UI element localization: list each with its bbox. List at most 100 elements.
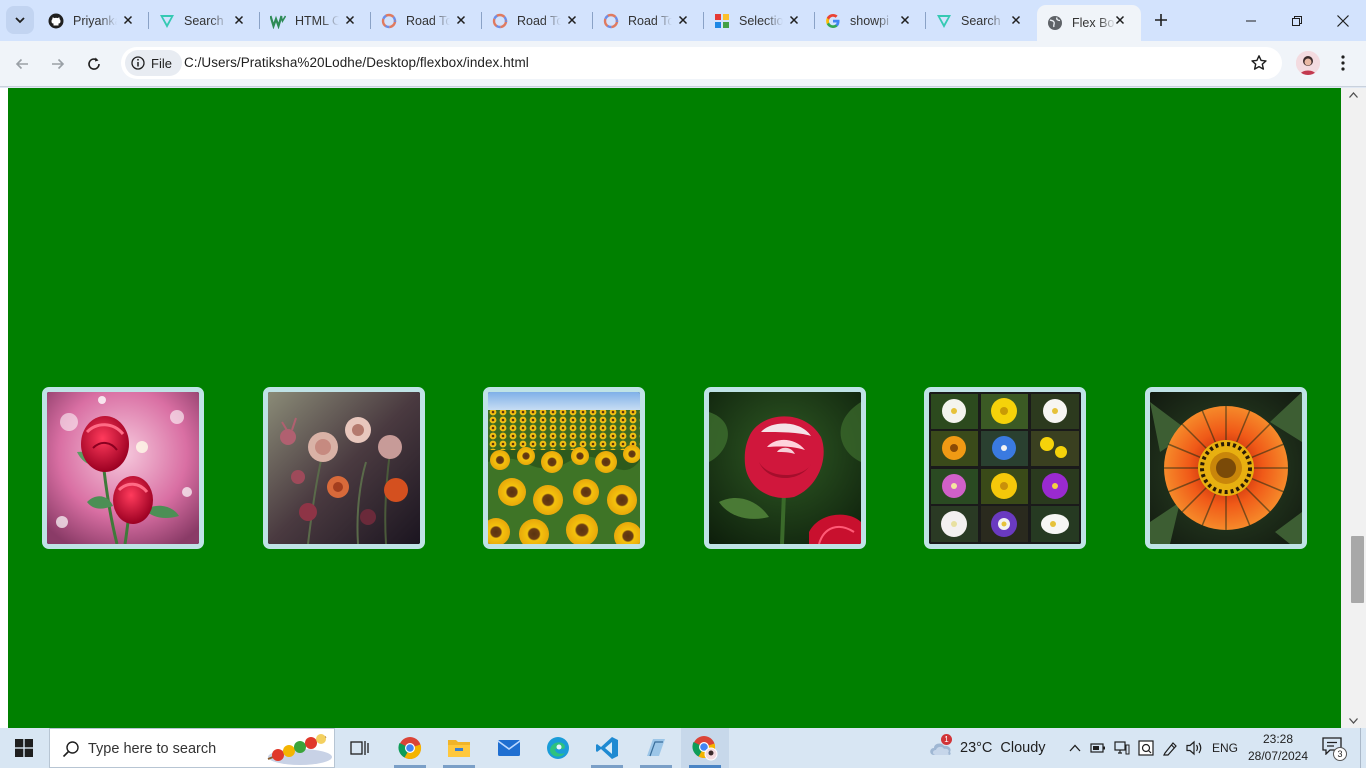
taskbar-mail[interactable] <box>485 728 533 768</box>
windows-taskbar: Type here to search 1 23°C Cloudy ENG 23… <box>0 728 1366 768</box>
image-card <box>704 387 866 549</box>
tab-search-button[interactable] <box>6 6 34 34</box>
clock-time: 23:28 <box>1262 732 1294 746</box>
vite-icon <box>937 14 951 28</box>
capture-tray-icon[interactable] <box>1136 728 1156 768</box>
grid-logo-icon <box>715 13 729 28</box>
tab-9-active[interactable]: Flex Bo <box>1037 5 1141 41</box>
weather-alert-badge: 1 <box>941 734 952 745</box>
close-icon[interactable] <box>787 13 801 27</box>
gazania-flower-image <box>1150 392 1302 544</box>
network-tray-icon[interactable] <box>1112 728 1132 768</box>
image-card <box>42 387 204 549</box>
tab-title: Selection <box>739 13 783 28</box>
arrow-right-icon <box>52 58 65 70</box>
tab-title: Search <box>961 13 1001 28</box>
close-icon[interactable] <box>121 13 135 27</box>
battery-tray-icon[interactable] <box>1088 728 1108 768</box>
circle-logo-icon <box>381 13 397 28</box>
tab-0[interactable]: Priyanka <box>38 0 149 41</box>
taskbar-notes-app[interactable] <box>632 728 680 768</box>
search-placeholder: Type here to search <box>88 741 217 757</box>
info-icon <box>131 56 145 70</box>
input-language[interactable]: ENG <box>1212 741 1238 755</box>
volume-tray-icon[interactable] <box>1184 728 1206 768</box>
restore-button[interactable] <box>1274 0 1320 41</box>
tab-1[interactable]: Search <box>149 0 260 41</box>
chrome-icon <box>398 737 422 760</box>
rose-bokeh-image <box>47 392 199 544</box>
page-scrollbar[interactable] <box>1341 88 1366 728</box>
github-icon <box>48 13 64 28</box>
tab-8[interactable]: Search <box>926 0 1037 41</box>
start-button[interactable] <box>0 728 48 768</box>
close-window-button[interactable] <box>1320 0 1366 41</box>
close-icon[interactable] <box>1113 13 1127 27</box>
tab-4[interactable]: Road To <box>482 0 593 41</box>
vite-icon <box>160 14 174 28</box>
close-icon[interactable] <box>343 13 357 27</box>
tab-title: Priyanka <box>73 13 117 28</box>
taskbar-chrome[interactable] <box>386 728 434 768</box>
tab-title: Road To <box>517 13 561 28</box>
reload-button[interactable] <box>82 52 106 76</box>
close-icon[interactable] <box>1009 13 1023 27</box>
back-button[interactable] <box>10 52 34 76</box>
tab-2[interactable]: HTML C <box>260 0 371 41</box>
close-icon[interactable] <box>898 13 912 27</box>
taskbar-edge[interactable] <box>534 728 582 768</box>
battery-icon <box>1090 743 1105 753</box>
taskbar-chrome-profile[interactable] <box>681 728 729 768</box>
screen-capture-icon <box>1138 740 1154 756</box>
scrollbar-thumb[interactable] <box>1351 536 1364 603</box>
taskbar-clock[interactable]: 23:28 28/07/2024 <box>1244 731 1312 765</box>
scroll-down-arrow-icon[interactable] <box>1349 718 1358 724</box>
circle-logo-icon <box>492 13 508 28</box>
new-tab-icon[interactable] <box>1150 9 1172 31</box>
close-icon[interactable] <box>676 13 690 27</box>
close-icon[interactable] <box>232 13 246 27</box>
image-card <box>924 387 1086 549</box>
tab-title: Road To <box>628 13 672 28</box>
search-highlight-illustration <box>267 734 332 765</box>
bookmark-star-icon[interactable] <box>1250 54 1268 72</box>
weather-temperature: 23°C <box>960 740 993 756</box>
ink-tray-icon[interactable] <box>1160 728 1180 768</box>
weather-icon-wrap: 1 <box>928 734 954 759</box>
vscode-icon <box>596 737 618 759</box>
scheme-label: File <box>151 55 172 71</box>
tab-title: Flex Bo <box>1072 16 1115 30</box>
minimize-icon <box>1246 20 1256 21</box>
taskbar-file-explorer[interactable] <box>435 728 483 768</box>
site-info-chip[interactable]: File <box>125 50 182 76</box>
url-text[interactable]: C:/Users/Pratiksha%20Lodhe/Desktop/flexb… <box>184 55 529 70</box>
notification-center-button[interactable]: 3 <box>1322 737 1347 761</box>
close-icon[interactable] <box>454 13 468 27</box>
address-bar[interactable]: File C:/Users/Pratiksha%20Lodhe/Desktop/… <box>121 47 1282 79</box>
restore-icon <box>1292 15 1302 26</box>
viewport-edge <box>0 88 8 728</box>
profile-avatar[interactable] <box>1296 51 1320 75</box>
show-desktop-button[interactable] <box>1360 728 1366 768</box>
moody-flowers-image <box>268 392 420 544</box>
close-icon[interactable] <box>565 13 579 27</box>
task-view-button[interactable] <box>336 728 384 768</box>
taskbar-search-box[interactable]: Type here to search <box>49 728 335 768</box>
arrow-left-icon <box>15 58 28 70</box>
browser-menu-button[interactable] <box>1333 52 1353 74</box>
forward-button[interactable] <box>46 52 70 76</box>
task-view-icon <box>350 741 369 755</box>
browser-toolbar: File C:/Users/Pratiksha%20Lodhe/Desktop/… <box>0 41 1366 87</box>
show-hidden-icons-button[interactable] <box>1064 728 1086 768</box>
clock-date: 28/07/2024 <box>1247 749 1309 763</box>
minimize-button[interactable] <box>1228 0 1274 41</box>
tab-strip: Priyanka Search HTML C Road To Road To R… <box>0 0 1366 41</box>
weather-condition: Cloudy <box>1000 740 1046 756</box>
taskbar-vscode[interactable] <box>583 728 631 768</box>
tab-6[interactable]: Selection <box>704 0 815 41</box>
scroll-up-arrow-icon[interactable] <box>1349 92 1358 98</box>
tab-3[interactable]: Road To <box>371 0 482 41</box>
tab-7[interactable]: showpi <box>815 0 926 41</box>
weather-widget[interactable]: 1 23°C Cloudy <box>928 728 1046 768</box>
tab-5[interactable]: Road To <box>593 0 704 41</box>
